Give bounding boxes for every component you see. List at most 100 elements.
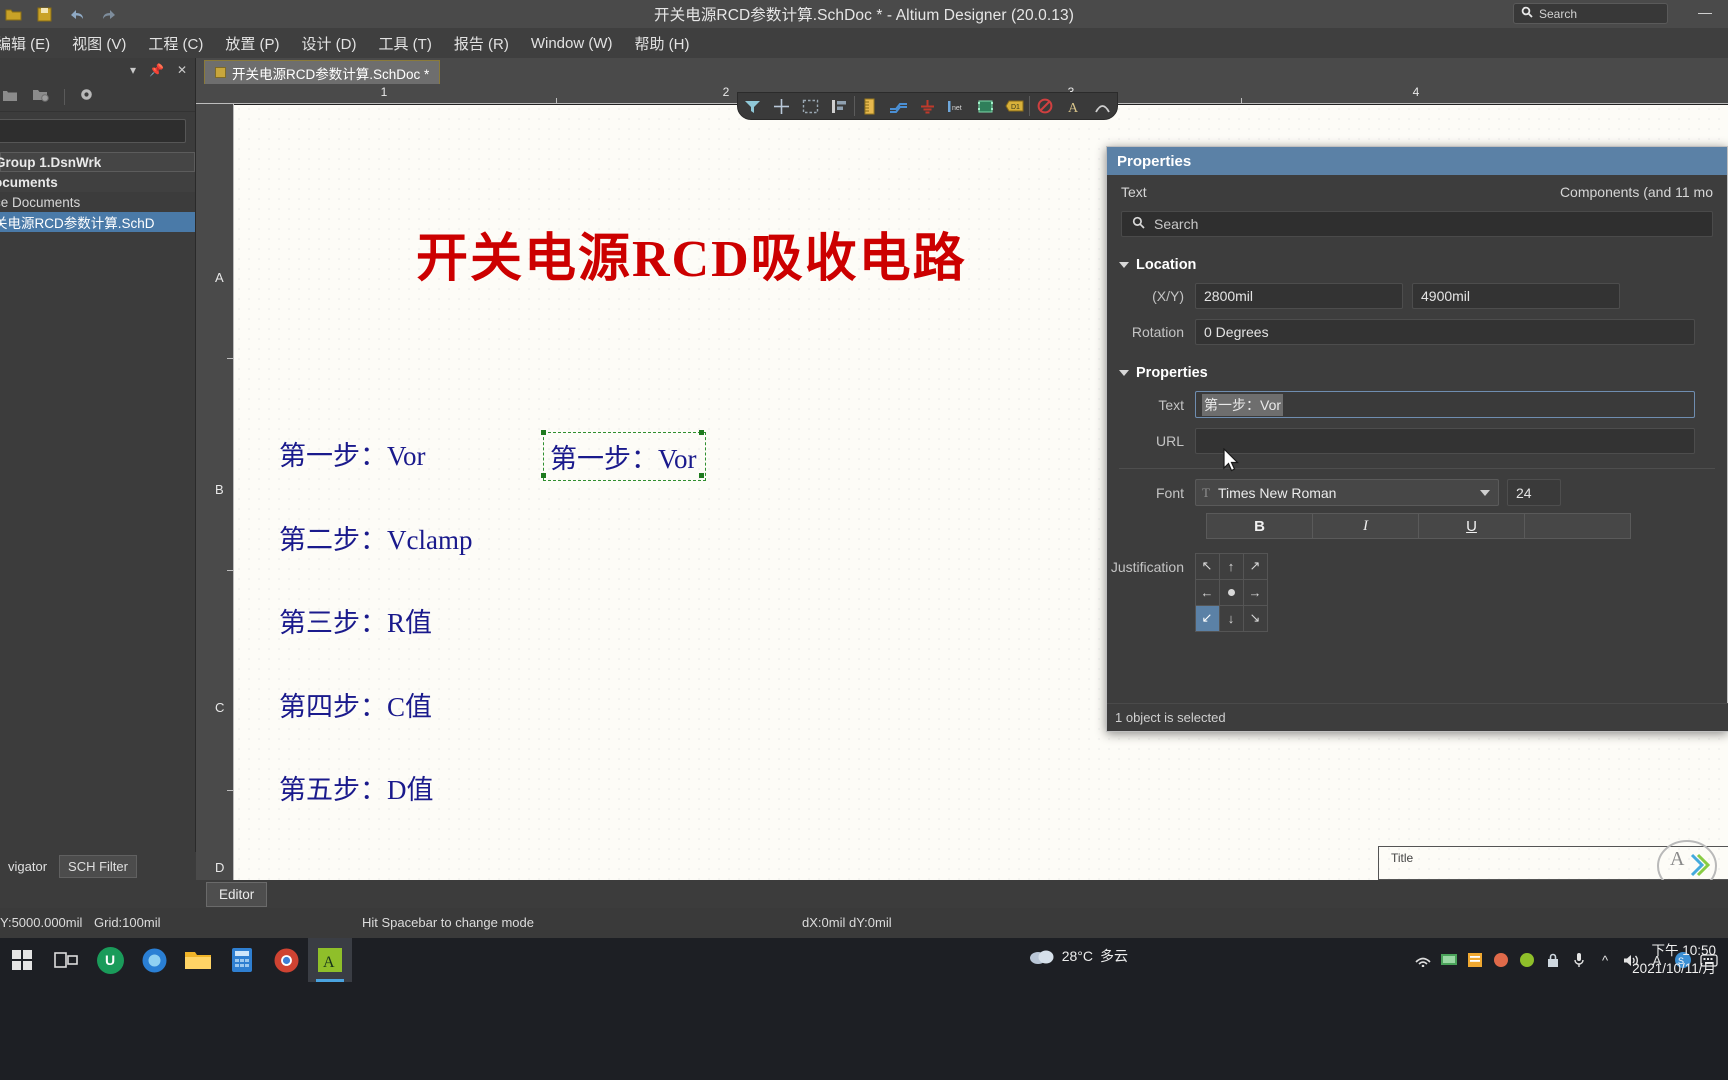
menu-item-reports[interactable]: 报告 (R) (443, 28, 520, 58)
menu-item-place[interactable]: 放置 (P) (214, 28, 290, 58)
tree-item-source-documents[interactable]: ce Documents (0, 192, 195, 212)
status-coordinates: Y:5000.000mil (0, 915, 83, 930)
bold-button[interactable]: B (1206, 513, 1313, 539)
text-icon[interactable]: A (1059, 92, 1088, 120)
schematic-step-2[interactable]: 第二步：Vclamp (279, 518, 472, 557)
schematic-step-4[interactable]: 第四步：C值 (279, 685, 432, 724)
schematic-heading[interactable]: 开关电源RCD吸收电路 (416, 216, 967, 291)
input-location-x[interactable]: 2800mil (1195, 283, 1403, 309)
redo-icon[interactable] (98, 3, 120, 25)
port-icon[interactable]: D1 (1000, 92, 1029, 120)
menu-item-tools[interactable]: 工具 (T) (368, 28, 443, 58)
settings-gear-icon[interactable] (79, 87, 94, 106)
strikethrough-button[interactable] (1524, 513, 1631, 539)
properties-search-input[interactable]: Search (1121, 211, 1713, 237)
task-view-button[interactable] (44, 938, 88, 982)
menu-item-help[interactable]: 帮助 (H) (624, 28, 701, 58)
taskbar-app-file-explorer[interactable] (176, 938, 220, 982)
properties-justification-row: Justification ↖ ↑ ↗ ← → ↙ ↓ ↘ (1107, 552, 1727, 632)
tree-item-documents[interactable]: ocuments (0, 172, 195, 192)
ground-icon[interactable] (913, 92, 942, 120)
selected-text-object[interactable]: 第一步：Vor (543, 432, 706, 481)
properties-object-scope[interactable]: Components (and 11 mo (1560, 184, 1713, 200)
taskbar-app-altium-designer[interactable]: A (308, 938, 352, 982)
justify-bottom-right[interactable]: ↘ (1242, 604, 1268, 632)
menu-item-view[interactable]: 视图 (V) (61, 28, 137, 58)
selection-handle-bl[interactable] (541, 473, 546, 478)
global-search-input[interactable]: Search (1513, 3, 1668, 24)
minimize-button[interactable]: — (1696, 5, 1714, 22)
selection-handle-br[interactable] (699, 473, 704, 478)
net-label-icon[interactable]: net (942, 92, 971, 120)
close-icon[interactable]: ✕ (177, 63, 187, 77)
menu-item-design[interactable]: 设计 (D) (291, 28, 368, 58)
schematic-step-3[interactable]: 第三步：R值 (279, 601, 432, 640)
selection-handle-tr[interactable] (699, 430, 704, 435)
justify-top-center[interactable]: ↑ (1218, 552, 1244, 580)
search-icon (1132, 216, 1145, 232)
input-font-size[interactable]: 24 (1507, 479, 1561, 506)
tab-sch-filter[interactable]: SCH Filter (59, 854, 137, 878)
justify-middle-center[interactable] (1218, 578, 1244, 606)
justify-top-right[interactable]: ↗ (1242, 552, 1268, 580)
input-location-y[interactable]: 4900mil (1412, 283, 1620, 309)
microphone-icon[interactable] (1568, 949, 1590, 971)
sheet-symbol-icon[interactable] (971, 92, 1000, 120)
crosshair-icon[interactable] (767, 92, 796, 120)
menu-item-edit[interactable]: 编辑 (E) (0, 28, 61, 58)
underline-button[interactable]: U (1418, 513, 1525, 539)
monitor-icon[interactable] (1438, 949, 1460, 971)
section-header-properties[interactable]: Properties (1107, 365, 1727, 381)
section-header-location[interactable]: Location (1107, 257, 1727, 273)
select-font-family[interactable]: T Times New Roman (1195, 479, 1499, 506)
justify-bottom-left[interactable]: ↙ (1194, 604, 1220, 632)
italic-button[interactable]: I (1312, 513, 1419, 539)
selection-handle-tl[interactable] (541, 430, 546, 435)
no-erc-icon[interactable] (1030, 92, 1059, 120)
taskbar-app-firefox[interactable] (132, 938, 176, 982)
app-tray-icon-2[interactable] (1516, 949, 1538, 971)
editor-button[interactable]: Editor (206, 881, 268, 907)
lock-icon[interactable] (1542, 949, 1564, 971)
document-tab-schdoc[interactable]: 开关电源RCD参数计算.SchDoc * (204, 60, 441, 84)
arc-icon[interactable] (1088, 92, 1117, 120)
wifi-signal-icon[interactable] (1412, 949, 1434, 971)
tab-navigator[interactable]: vigator (0, 856, 55, 877)
wire-icon[interactable] (884, 92, 913, 120)
add-folder-icon[interactable] (2, 88, 18, 105)
taskbar-app-chrome[interactable] (264, 938, 308, 982)
schematic-step-5[interactable]: 第五步：D值 (279, 768, 434, 807)
open-folder-icon[interactable] (2, 3, 24, 25)
note-icon[interactable] (1464, 949, 1486, 971)
justify-middle-left[interactable]: ← (1194, 578, 1220, 606)
schematic-step-1[interactable]: 第一步：Vor (279, 434, 426, 473)
taskbar-weather-widget[interactable]: 28°C 多云 (1029, 946, 1128, 966)
pin-icon[interactable]: 📌 (149, 63, 164, 77)
menu-item-project[interactable]: 工程 (C) (137, 28, 214, 58)
taskbar-app-browser-u[interactable]: U (88, 938, 132, 982)
menu-item-window[interactable]: Window (W) (520, 28, 624, 58)
taskbar-app-calculator[interactable] (220, 938, 264, 982)
ruler-icon[interactable] (855, 92, 884, 120)
save-icon[interactable] (34, 3, 56, 25)
taskbar-clock[interactable]: 下午 10:50 2021/10/11/月 (1632, 942, 1716, 978)
chevron-up-icon[interactable]: ^ (1594, 949, 1616, 971)
app-tray-icon-1[interactable] (1490, 949, 1512, 971)
start-button[interactable] (0, 938, 44, 982)
justify-middle-right[interactable]: → (1242, 578, 1268, 606)
open-project-icon[interactable] (32, 88, 50, 105)
project-search-input[interactable] (0, 119, 186, 143)
justify-top-left[interactable]: ↖ (1194, 552, 1220, 580)
tree-item-workspace[interactable]: Group 1.DsnWrk (0, 152, 195, 172)
select-area-icon[interactable] (796, 92, 825, 120)
tree-item-schdoc[interactable]: 关电源RCD参数计算.SchD (0, 212, 195, 232)
ruler-mark-1: 1 (380, 85, 388, 99)
justify-bottom-center[interactable]: ↓ (1218, 604, 1244, 632)
input-url[interactable] (1195, 428, 1695, 454)
filter-funnel-icon[interactable] (738, 92, 767, 120)
input-text[interactable]: 第一步：Vor (1195, 391, 1695, 418)
undo-icon[interactable] (66, 3, 88, 25)
chevron-down-icon[interactable]: ▾ (130, 63, 136, 77)
align-icon[interactable] (825, 92, 854, 120)
input-rotation[interactable]: 0 Degrees (1195, 319, 1695, 345)
